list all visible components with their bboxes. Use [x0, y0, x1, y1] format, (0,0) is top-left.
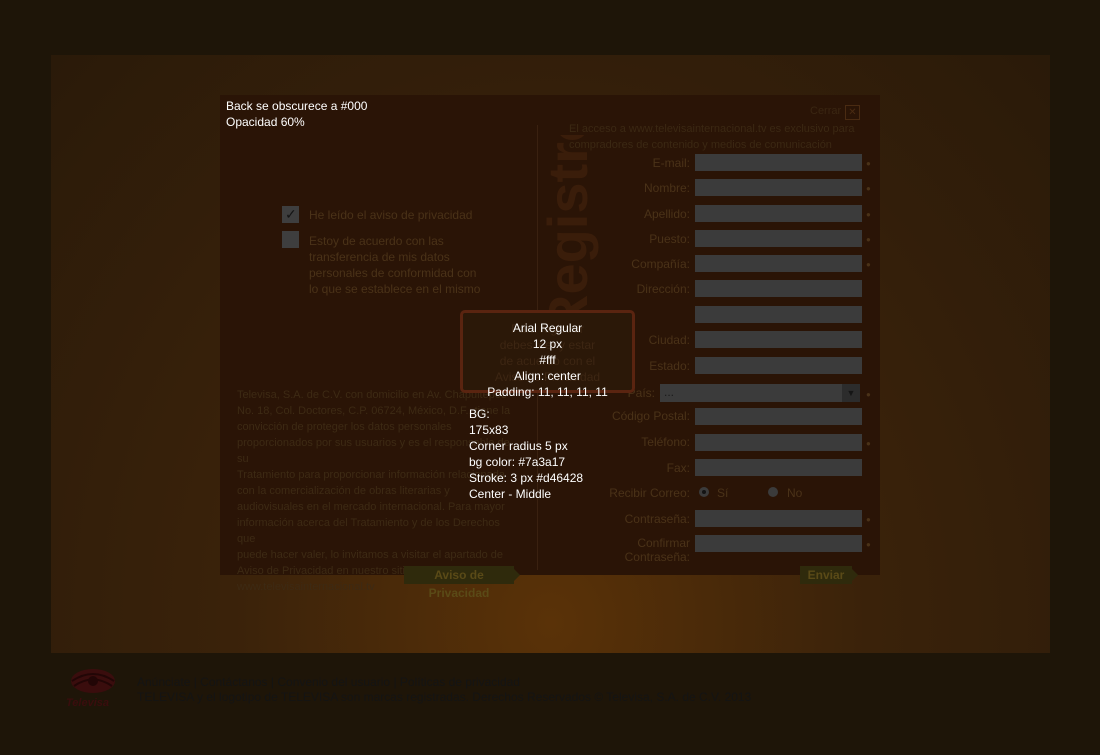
annotation-line: Align: center: [514, 369, 581, 383]
password-field[interactable]: [695, 510, 862, 527]
privacy-notice-button[interactable]: Aviso de Privacidad: [404, 566, 520, 600]
footer-links: Anúnciate | Contáctanos | Convenio del u…: [137, 675, 520, 689]
state-field[interactable]: [695, 357, 862, 374]
consent-line: transferencia de mis datos: [309, 250, 450, 264]
required-marker: ●: [866, 235, 871, 244]
privacy-line: información acerca del Tratamiento y de …: [237, 517, 500, 545]
phone-field[interactable]: [695, 434, 862, 451]
annotation-line: Center - Middle: [469, 487, 552, 501]
intro-line: El acceso a www.televisainternacional.tv…: [569, 123, 855, 135]
annotation-line: Stroke: 3 px #d46428: [469, 471, 584, 485]
consent-line: Estoy de acuerdo con las: [309, 234, 444, 248]
footer-link-privacy[interactable]: Políticas de privacidad: [400, 675, 520, 689]
annotation-line: Arial Regular: [512, 321, 583, 335]
required-marker: ●: [866, 439, 871, 448]
name-label: Nombre:: [643, 181, 690, 195]
annotation-line: bg color: #7a3a17: [469, 455, 566, 469]
email-field[interactable]: [695, 154, 862, 171]
privacy-read-checkbox[interactable]: ✓: [282, 206, 299, 223]
address-label: Dirección:: [636, 282, 690, 296]
privacy-line: puede hacer valer, lo invitamos a visita…: [237, 549, 503, 561]
confirm-password-label: Confirmar Contraseña:: [624, 536, 690, 564]
annotation-line: Padding: 11, 11, 11, 11: [487, 385, 608, 399]
zip-label: Código Postal:: [611, 409, 690, 423]
lastname-field[interactable]: [695, 205, 862, 222]
password-label: Contraseña:: [624, 512, 690, 526]
fax-label: Fax:: [666, 461, 690, 475]
footer-link-contact[interactable]: Contáctanos: [200, 675, 267, 689]
lastname-label: Apellido:: [643, 207, 690, 221]
address-field-2[interactable]: [695, 306, 862, 323]
privacy-read-label: He leído el aviso de privacidad: [309, 208, 473, 222]
position-label: Puesto:: [649, 232, 690, 246]
company-label: Compañía:: [631, 257, 690, 271]
intro-line: compradores de contenido y medios de com…: [569, 139, 832, 151]
bg-spec-annotation: BG: 175x83 Corner radius 5 px bg color: …: [469, 406, 583, 502]
required-marker: ●: [866, 390, 871, 399]
country-select[interactable]: ...: [660, 384, 860, 402]
footer-link-user-agreement[interactable]: Convenio del usuario: [277, 675, 390, 689]
annotation-line: Corner radius 5 px: [469, 439, 568, 453]
email-label: E-mail:: [652, 156, 690, 170]
footer-link-advertise[interactable]: Anúnciate: [137, 675, 190, 689]
consent-line: lo que se establece en el mismo: [309, 282, 481, 296]
form-intro: El acceso a www.televisainternacional.tv…: [569, 121, 855, 153]
close-label[interactable]: Cerrar: [810, 105, 841, 117]
annotation-line: 12 px: [532, 337, 563, 351]
fax-field[interactable]: [695, 459, 862, 476]
transfer-consent-label: Estoy de acuerdo con las transferencia d…: [309, 233, 480, 297]
transfer-consent-checkbox[interactable]: [282, 231, 299, 248]
required-marker: ●: [866, 540, 871, 549]
receive-mail-label: Recibir Correo:: [609, 486, 690, 500]
mail-no-label: No: [787, 486, 803, 500]
logo-wordmark: Televisa: [66, 697, 110, 709]
submit-button[interactable]: Enviar: [800, 566, 858, 584]
consent-line: personales de conformidad con: [309, 266, 477, 280]
position-field[interactable]: [695, 230, 862, 247]
annotation-line: Opacidad 60%: [226, 115, 305, 129]
required-marker: ●: [866, 210, 871, 219]
annotation-line: Back se obscurece a #000: [226, 99, 368, 113]
check-icon: ✓: [285, 206, 297, 222]
address-field[interactable]: [695, 280, 862, 297]
confirm-password-field[interactable]: [695, 535, 862, 552]
phone-label: Teléfono:: [641, 435, 690, 449]
annotation-line: #fff: [539, 353, 556, 367]
country-value: ...: [664, 385, 675, 399]
required-marker: ●: [866, 515, 871, 524]
font-spec-annotation: Arial Regular 12 px #fff Align: center P…: [460, 320, 635, 400]
close-icon[interactable]: ✕: [845, 105, 860, 120]
zip-field[interactable]: [695, 408, 862, 425]
name-field[interactable]: [695, 179, 862, 196]
required-marker: ●: [866, 260, 871, 269]
mail-yes-radio[interactable]: [699, 487, 709, 497]
annotation-line: BG:: [469, 407, 490, 421]
company-field[interactable]: [695, 255, 862, 272]
mail-yes-label: Sí: [717, 486, 729, 500]
backdrop-annotation: Back se obscurece a #000 Opacidad 60%: [226, 98, 367, 130]
chevron-down-icon[interactable]: ▼: [842, 384, 860, 402]
mail-no-radio[interactable]: [768, 487, 778, 497]
footer-copyright: TELEVISA y el logotipo de TELEVISA son m…: [137, 690, 752, 704]
required-marker: ●: [866, 184, 871, 193]
city-field[interactable]: [695, 331, 862, 348]
required-marker: ●: [866, 159, 871, 168]
annotation-line: 175x83: [469, 423, 509, 437]
